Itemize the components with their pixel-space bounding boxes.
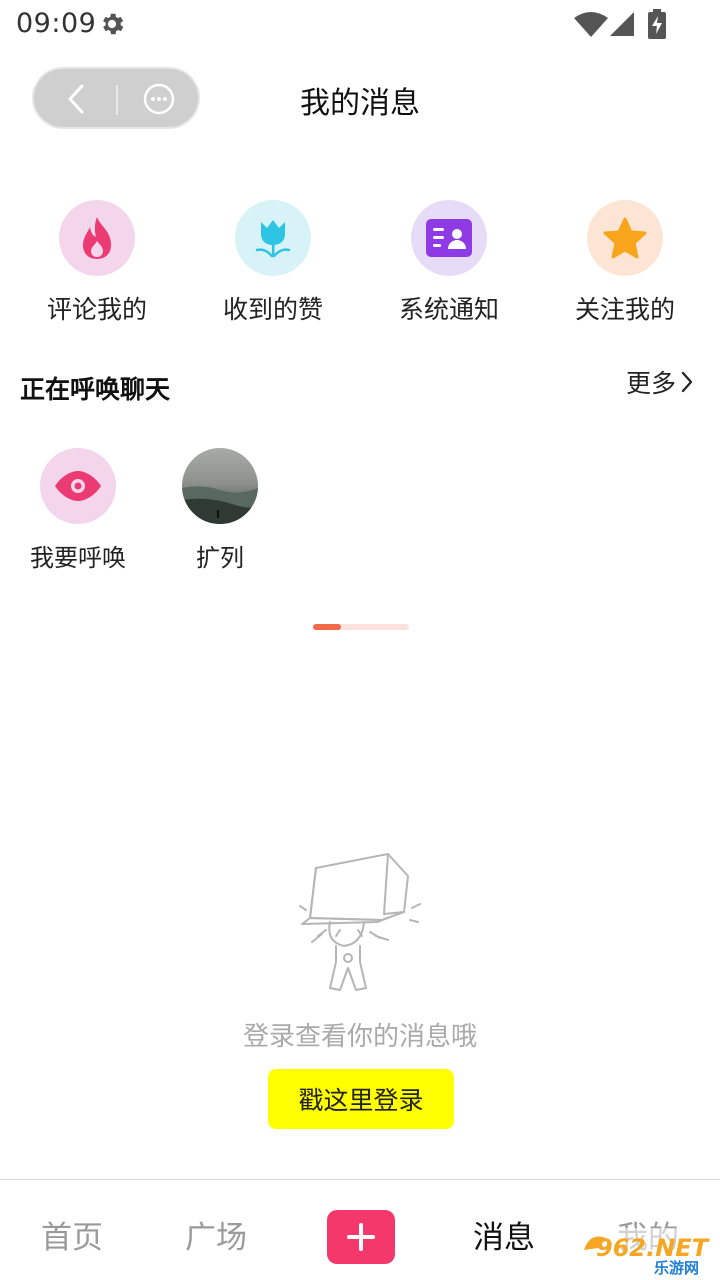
- quick-entry-label: 评论我的: [46, 295, 147, 324]
- quick-entry-label: 系统通知: [398, 295, 499, 324]
- quick-entry-label: 关注我的: [574, 295, 675, 324]
- quick-entry-system[interactable]: 系统通知: [374, 200, 524, 330]
- status-bar: 09:09: [0, 0, 720, 48]
- tab-messages[interactable]: 消息: [444, 1212, 564, 1257]
- tab-home[interactable]: 首页: [12, 1212, 132, 1257]
- calls-section-title: 正在呼唤聊天: [20, 375, 171, 404]
- pager-thumb: [313, 624, 341, 630]
- call-item-label: 我要呼唤: [30, 544, 126, 572]
- star-icon: [587, 200, 663, 276]
- tulip-icon: [235, 200, 311, 276]
- quick-entry-comments[interactable]: 评论我的: [22, 200, 172, 330]
- watermark-text-top: 962.NET: [596, 1234, 710, 1262]
- tab-square[interactable]: 广场: [156, 1212, 276, 1257]
- call-item-expand[interactable]: 扩列: [155, 448, 285, 578]
- empty-state-message: 登录查看你的消息哦: [242, 1022, 477, 1052]
- call-item-summon[interactable]: 我要呼唤: [13, 448, 143, 578]
- chevron-right-icon: [681, 371, 693, 393]
- site-watermark-logo: 962.NET 乐游网: [580, 1228, 716, 1276]
- login-button[interactable]: 戳这里登录: [268, 1069, 454, 1129]
- more-link-label: 更多: [626, 369, 677, 398]
- quick-entry-followers[interactable]: 关注我的: [550, 200, 700, 330]
- watermark-text-bottom: 乐游网: [654, 1259, 699, 1276]
- call-item-label: 扩列: [196, 544, 244, 572]
- quick-entry-likes[interactable]: 收到的赞: [198, 200, 348, 330]
- avatar-photo: [182, 448, 258, 524]
- wifi-icon: [574, 12, 608, 37]
- signal-icon: [610, 12, 634, 36]
- pager-indicator: [313, 624, 409, 630]
- id-card-icon: [411, 200, 487, 276]
- battery-charging-icon: [648, 9, 666, 39]
- quick-entry-label: 收到的赞: [222, 295, 323, 324]
- more-link[interactable]: 更多: [626, 364, 694, 400]
- eye-icon: [40, 448, 116, 524]
- box-head-character-illustration: [299, 853, 421, 991]
- settings-gear-icon: [103, 13, 124, 35]
- plus-icon: [347, 1223, 375, 1251]
- fire-icon: [59, 200, 135, 276]
- create-post-button[interactable]: [327, 1210, 395, 1264]
- page-title: 我的消息: [300, 86, 420, 121]
- status-time: 09:09: [16, 8, 97, 39]
